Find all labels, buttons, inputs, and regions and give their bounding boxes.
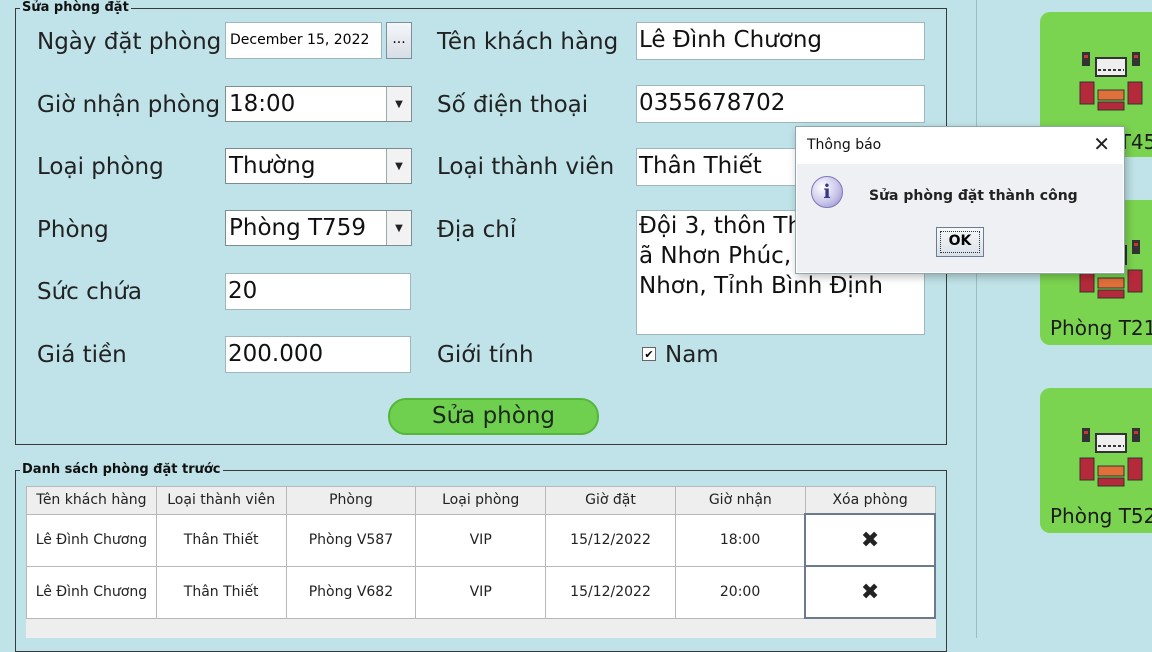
checkin-time-label: Giờ nhận phòng <box>37 92 221 118</box>
column-header[interactable]: Giờ đặt <box>545 486 676 515</box>
table-header-row: Tên khách hàng Loại thành viên Phòng Loạ… <box>26 486 936 515</box>
booking-table: Tên khách hàng Loại thành viên Phòng Loạ… <box>26 486 936 619</box>
dialog-body: i Sửa phòng đặt thành công OK <box>797 164 1123 272</box>
room-card-name: Phòng T52 <box>1050 504 1152 528</box>
edit-room-button[interactable]: Sửa phòng <box>388 398 599 435</box>
delete-icon[interactable]: ✖ <box>804 565 936 619</box>
karaoke-room-icon <box>1079 428 1143 487</box>
room-select[interactable]: Phòng T759 ▼ <box>225 210 412 246</box>
column-header[interactable]: Loại thành viên <box>155 486 287 515</box>
room-card[interactable]: Phòng T52 <box>1040 388 1152 533</box>
booking-date-field[interactable]: December 15, 2022 <box>225 22 382 59</box>
notification-dialog: Thông báo ✕ i Sửa phòng đặt thành công O… <box>795 126 1125 274</box>
chevron-down-icon[interactable]: ▼ <box>386 87 411 121</box>
table-cell[interactable]: VIP <box>415 513 547 567</box>
date-picker-button[interactable]: ... <box>386 22 412 59</box>
booking-list-legend: Danh sách phòng đặt trước <box>20 462 223 477</box>
table-cell[interactable]: 15/12/2022 <box>545 565 676 619</box>
gender-label: Giới tính <box>437 342 534 368</box>
karaoke-room-icon <box>1079 52 1143 111</box>
column-header[interactable]: Xóa phòng <box>804 486 936 515</box>
chevron-down-icon[interactable]: ▼ <box>386 149 411 183</box>
delete-icon[interactable]: ✖ <box>804 513 936 567</box>
column-header[interactable]: Tên khách hàng <box>26 486 157 515</box>
dialog-message: Sửa phòng đặt thành công <box>869 188 1078 204</box>
table-cell[interactable]: Phòng V682 <box>285 565 417 619</box>
room-panel-divider <box>976 0 977 638</box>
price-label: Giá tiền <box>37 342 127 368</box>
member-type-field[interactable]: Thân Thiết <box>636 148 806 186</box>
customer-name-label: Tên khách hàng <box>437 29 619 55</box>
table-row[interactable]: Lê Đình Chương Thân Thiết Phòng V587 VIP… <box>26 513 936 567</box>
table-cell[interactable]: VIP <box>415 565 547 619</box>
address-label: Địa chỉ <box>437 217 517 243</box>
dialog-title: Thông báo <box>807 137 882 153</box>
table-cell[interactable]: Thân Thiết <box>155 565 287 619</box>
table-cell[interactable]: Lê Đình Chương <box>26 513 157 567</box>
capacity-field[interactable]: 20 <box>225 273 411 310</box>
table-cell[interactable]: Phòng V587 <box>285 513 417 567</box>
checkin-time-select[interactable]: 18:00 ▼ <box>225 86 412 122</box>
ok-button[interactable]: OK <box>936 227 984 257</box>
checkin-time-value: 18:00 <box>229 91 296 117</box>
price-field[interactable]: 200.000 <box>225 336 411 373</box>
column-header[interactable]: Phòng <box>285 486 417 515</box>
table-cell[interactable]: 18:00 <box>674 513 806 567</box>
chevron-down-icon[interactable]: ▼ <box>386 211 411 245</box>
phone-field[interactable]: 0355678702 <box>636 85 925 123</box>
room-label: Phòng <box>37 217 109 243</box>
table-row[interactable]: Lê Đình Chương Thân Thiết Phòng V682 VIP… <box>26 565 936 619</box>
column-header[interactable]: Loại phòng <box>415 486 547 515</box>
column-header[interactable]: Giờ nhận <box>674 486 806 515</box>
capacity-label: Sức chứa <box>37 279 143 305</box>
room-type-label: Loại phòng <box>37 154 164 180</box>
customer-name-field[interactable]: Lê Đình Chương <box>636 22 925 60</box>
room-value: Phòng T759 <box>229 215 366 241</box>
room-type-value: Thường <box>229 153 316 179</box>
table-cell[interactable]: Lê Đình Chương <box>26 565 157 619</box>
member-type-label: Loại thành viên <box>437 154 615 180</box>
table-cell[interactable]: 15/12/2022 <box>545 513 676 567</box>
room-card-name: Phòng T21 <box>1050 316 1152 340</box>
info-icon: i <box>811 176 843 208</box>
room-type-select[interactable]: Thường ▼ <box>225 148 412 184</box>
gender-value-label: Nam <box>665 342 719 368</box>
address-line: Nhơn, Tỉnh Bình Định <box>639 273 883 299</box>
table-cell[interactable]: Thân Thiết <box>155 513 287 567</box>
close-icon[interactable]: ✕ <box>1093 132 1110 156</box>
phone-label: Số điện thoại <box>437 92 589 118</box>
edit-booking-legend: Sửa phòng đặt <box>20 0 131 15</box>
table-cell[interactable]: 20:00 <box>674 565 806 619</box>
gender-checkbox[interactable]: ✔ <box>642 347 656 361</box>
booking-date-label: Ngày đặt phòng <box>37 29 222 55</box>
